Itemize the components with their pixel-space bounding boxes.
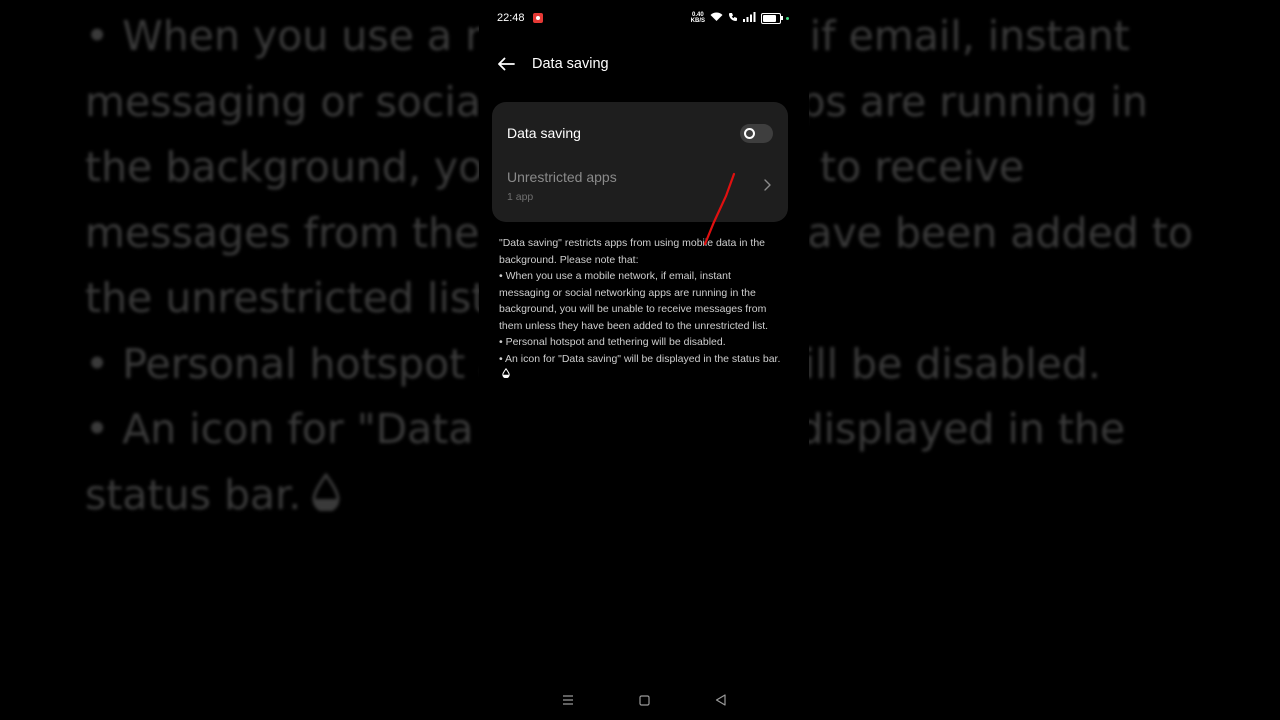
description-bullet-1: • When you use a mobile network, if emai… bbox=[499, 270, 769, 332]
data-saving-toggle[interactable] bbox=[740, 123, 773, 143]
battery-fill bbox=[763, 14, 776, 22]
call-icon bbox=[728, 12, 738, 25]
chevron-right-icon bbox=[761, 178, 773, 192]
back-arrow-icon[interactable] bbox=[497, 54, 517, 74]
data-saving-drop-icon bbox=[311, 465, 341, 531]
page-title: Data saving bbox=[532, 56, 609, 72]
home-icon[interactable] bbox=[637, 693, 651, 707]
battery-icon bbox=[761, 12, 783, 24]
description-bullet-2: • Personal hotspot and tethering will be… bbox=[499, 336, 726, 348]
phone-screen: 22:48 0.40 KB/S Data saving Data saving … bbox=[479, 0, 809, 720]
screen-record-icon bbox=[532, 13, 543, 23]
toggle-knob bbox=[744, 127, 755, 139]
network-speed-unit: KB/S bbox=[690, 18, 705, 24]
settings-card: Data saving Unrestricted apps 1 app bbox=[492, 102, 788, 222]
menu-icon[interactable] bbox=[561, 693, 575, 707]
data-saving-drop-icon bbox=[502, 367, 510, 384]
data-saving-row[interactable]: Data saving bbox=[507, 122, 773, 144]
description-intro: "Data saving" restricts apps from using … bbox=[499, 237, 765, 266]
signal-icon bbox=[743, 11, 756, 25]
description-bullet-3: • An icon for "Data saving" will be disp… bbox=[499, 351, 783, 384]
wifi-icon bbox=[710, 12, 723, 25]
privacy-indicator-dot bbox=[786, 16, 789, 20]
navigation-bar bbox=[479, 690, 809, 710]
data-saving-description: "Data saving" restricts apps from using … bbox=[499, 235, 783, 384]
red-annotation-stroke bbox=[703, 172, 736, 246]
back-triangle-icon[interactable] bbox=[713, 693, 727, 707]
app-bar: Data saving bbox=[497, 52, 609, 76]
description-bullet-3-text: • An icon for "Data saving" will be disp… bbox=[499, 352, 781, 365]
network-speed: 0.40 KB/S bbox=[691, 12, 705, 24]
status-time: 22:48 bbox=[497, 12, 525, 24]
status-bar: 22:48 0.40 KB/S bbox=[497, 9, 789, 27]
data-saving-label: Data saving bbox=[507, 125, 581, 141]
